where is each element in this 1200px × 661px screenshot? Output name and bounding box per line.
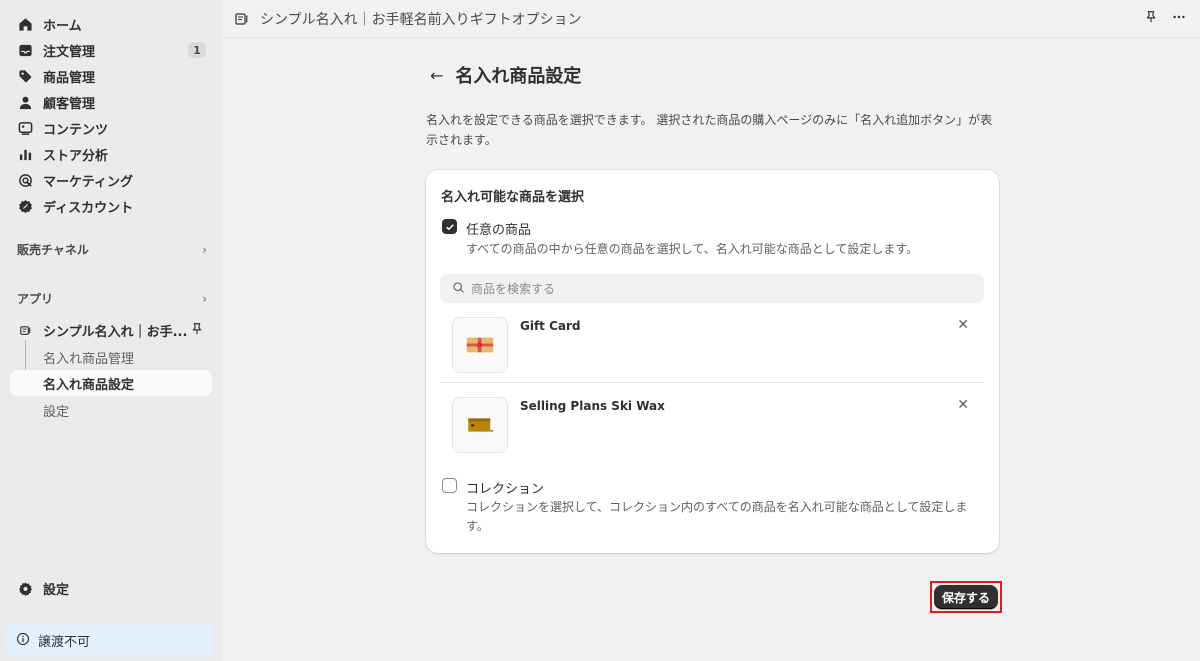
remove-product-close-icon[interactable]: ✕	[957, 397, 969, 413]
more-options-icon[interactable]	[1172, 10, 1186, 28]
nav-label: コンテンツ	[43, 122, 109, 138]
nav-label: ホーム	[43, 18, 82, 34]
product-thumbnail	[452, 317, 508, 373]
sidebar: ホーム 注文管理 1 商品管理 顧客管理 コンテンツ ストア分析 マーケティング…	[0, 0, 222, 661]
any-product-help: すべての商品の中から任意の商品を選択して、名入れ可能な商品として設定します。	[466, 242, 919, 256]
subitem-label: 名入れ商品管理	[43, 351, 135, 367]
tag-icon	[18, 69, 33, 84]
app-subitem-settings[interactable]: 設定	[10, 397, 212, 423]
collection-label[interactable]: コレクション	[466, 478, 544, 497]
product-row: Gift Card ✕	[440, 303, 984, 383]
bar-chart-icon	[18, 147, 33, 162]
subitem-label: 設定	[43, 404, 70, 420]
nav-label: 商品管理	[43, 70, 96, 86]
pin-icon[interactable]	[1144, 10, 1158, 28]
target-icon	[18, 173, 33, 188]
collection-help: コレクションを選択して、コレクション内のすべての商品を名入れ可能な商品として設定…	[466, 500, 968, 533]
ski-wax-image	[468, 418, 494, 432]
product-row: Selling Plans Ski Wax ✕	[440, 383, 984, 463]
nav-label: 顧客管理	[43, 96, 96, 112]
product-name: Selling Plans Ski Wax	[520, 399, 665, 413]
nav-item-content[interactable]: コンテンツ	[10, 115, 212, 141]
non-transferable-banner[interactable]: 譲渡不可	[6, 624, 214, 657]
sales-channels-section[interactable]: 販売チャネル ›	[17, 241, 207, 258]
nav-item-home[interactable]: ホーム	[10, 11, 212, 37]
app-title: シンプル名入れ｜お手軽名前入りギフトオプション	[260, 11, 582, 28]
person-icon	[18, 95, 33, 110]
subitem-label: 名入れ商品設定	[43, 377, 135, 393]
nav-item-products[interactable]: 商品管理	[10, 63, 212, 89]
nav-label: ストア分析	[43, 148, 109, 164]
top-bar: シンプル名入れ｜お手軽名前入りギフトオプション	[222, 0, 1200, 38]
any-product-label[interactable]: 任意の商品	[466, 219, 531, 238]
back-arrow-icon[interactable]: ←	[430, 66, 443, 85]
app-subitem-product-settings[interactable]: 名入れ商品設定	[10, 370, 212, 396]
inbox-icon	[18, 43, 33, 58]
nav-item-customers[interactable]: 顧客管理	[10, 89, 212, 115]
checkmark-icon	[445, 223, 454, 230]
save-button-highlight: 保存する	[930, 581, 1002, 613]
nav-item-analytics[interactable]: ストア分析	[10, 141, 212, 167]
nav-item-settings[interactable]: 設定	[10, 575, 212, 601]
nav-label: 設定	[43, 582, 70, 598]
search-icon	[452, 281, 465, 297]
search-placeholder: 商品を検索する	[471, 282, 556, 296]
collection-checkbox[interactable]	[442, 478, 457, 493]
app-subitem-product-management[interactable]: 名入れ商品管理	[10, 344, 212, 370]
nav-item-orders[interactable]: 注文管理 1	[10, 37, 212, 63]
orders-count-badge: 1	[188, 42, 206, 58]
non-transferable-label: 譲渡不可	[38, 635, 91, 650]
discount-icon	[18, 199, 33, 214]
product-name: Gift Card	[520, 319, 581, 333]
nav-item-discounts[interactable]: ディスカウント	[10, 193, 212, 219]
app-icon	[18, 323, 33, 338]
chevron-right-icon: ›	[202, 242, 207, 257]
any-product-checkbox[interactable]	[442, 219, 457, 234]
app-nav-item[interactable]: シンプル名入れ｜お手...	[10, 317, 212, 343]
page-description: 名入れを設定できる商品を選択できます。 選択された商品の購入ページのみに「名入れ…	[426, 113, 993, 147]
topbar-actions	[1144, 10, 1186, 28]
remove-product-close-icon[interactable]: ✕	[957, 317, 969, 333]
page-title: 名入れ商品設定	[455, 66, 582, 87]
nav-label: マーケティング	[43, 174, 133, 190]
chevron-right-icon: ›	[202, 291, 207, 306]
content-icon	[18, 121, 33, 136]
save-button[interactable]: 保存する	[934, 585, 998, 609]
product-search-input[interactable]: 商品を検索する	[440, 274, 984, 303]
gear-icon	[18, 581, 33, 596]
product-selection-card: 名入れ可能な商品を選択 任意の商品 すべての商品の中から任意の商品を選択して、名…	[426, 170, 999, 553]
app-name: シンプル名入れ｜お手...	[43, 324, 188, 340]
app-icon	[234, 11, 250, 27]
product-thumbnail	[452, 397, 508, 453]
nav-label: ディスカウント	[43, 200, 134, 216]
nav-label: 注文管理	[43, 44, 96, 60]
gift-card-image	[466, 337, 494, 353]
pin-icon[interactable]	[190, 322, 204, 340]
info-icon	[16, 632, 30, 650]
apps-label: アプリ	[17, 292, 54, 306]
home-icon	[18, 17, 33, 32]
apps-section[interactable]: アプリ ›	[17, 290, 207, 307]
card-title: 名入れ可能な商品を選択	[441, 190, 585, 205]
sales-channels-label: 販売チャネル	[17, 243, 89, 257]
nav-item-marketing[interactable]: マーケティング	[10, 167, 212, 193]
page-header: ← 名入れ商品設定	[430, 62, 581, 88]
